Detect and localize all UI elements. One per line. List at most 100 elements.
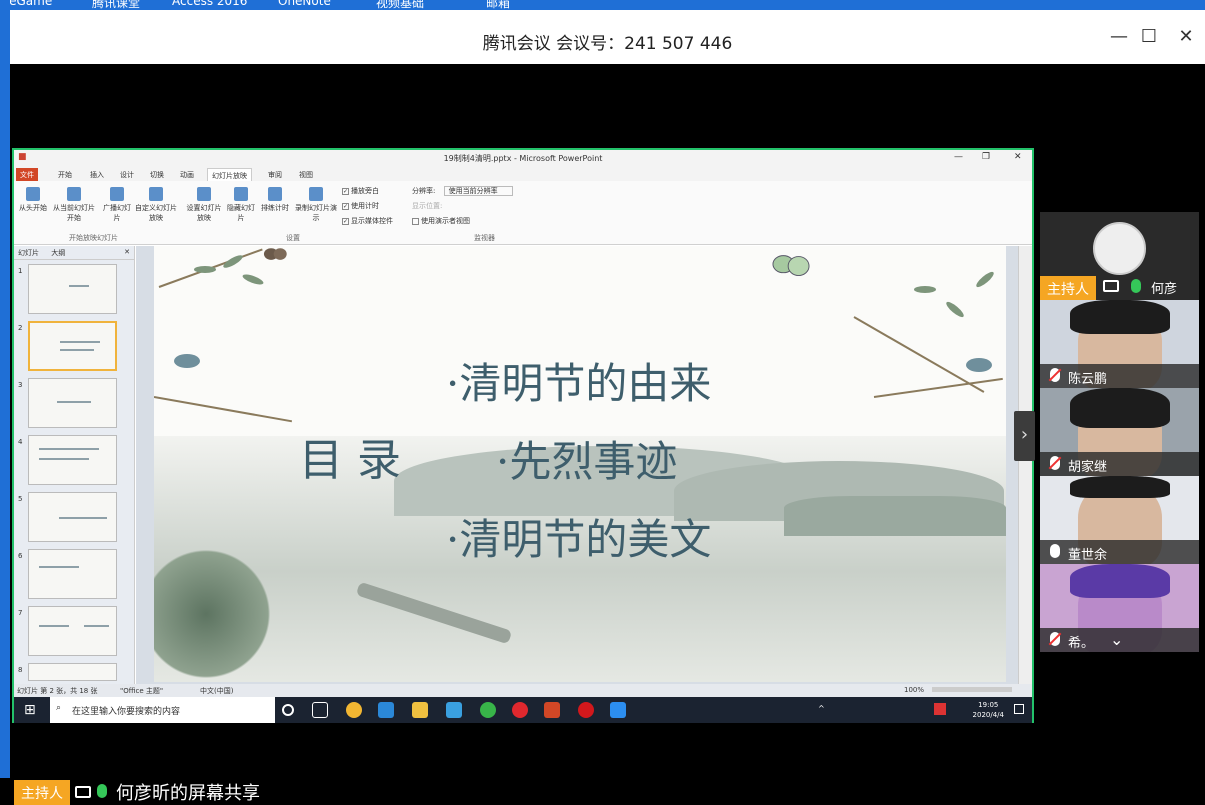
slide-thumbnail[interactable] <box>28 606 117 656</box>
tab-review[interactable]: 审阅 <box>264 168 286 181</box>
screen-share-icon <box>75 786 91 798</box>
tab-home[interactable]: 开始 <box>54 168 76 181</box>
party-app-icon[interactable] <box>578 702 594 718</box>
ppt-restore-icon[interactable]: ❐ <box>982 152 990 162</box>
pane-tabs: 幻灯片 大纲 ✕ <box>14 246 134 260</box>
slide-thumbnail[interactable] <box>28 663 117 681</box>
minimize-button[interactable]: — <box>1104 24 1134 50</box>
cortana-icon[interactable] <box>282 704 294 716</box>
bird-decoration <box>966 358 992 372</box>
windows-start-icon[interactable]: ⊞ <box>24 702 36 718</box>
from-current-label: 从当前幻灯片开始 <box>53 204 95 222</box>
slide-thumbnail[interactable] <box>28 549 117 599</box>
participant-tile[interactable]: 陈云鹏 <box>1040 300 1199 388</box>
from-start-button[interactable]: 从头开始 <box>16 187 50 213</box>
slide-thumbnail-pane: 幻灯片 大纲 ✕ 1 2 3 4 5 6 7 8 <box>14 246 135 684</box>
from-current-button[interactable]: 从当前幻灯片开始 <box>50 187 98 223</box>
host-badge: 主持人 <box>14 780 70 805</box>
tencent-meeting-icon[interactable] <box>610 702 626 718</box>
ppt-minimize-icon[interactable]: — <box>954 152 963 162</box>
hide-slide-button[interactable]: 隐藏幻灯片 <box>226 187 256 223</box>
chrome-icon[interactable] <box>346 702 362 718</box>
play-current-icon <box>67 187 81 201</box>
meeting-title: 腾讯会议 会议号：241 507 446 <box>482 34 733 54</box>
tray-chevron-icon[interactable]: ^ <box>818 704 825 713</box>
current-slide[interactable]: 目 录 ·清明节的由来 ·先烈事迹 ·清明节的美文 <box>154 246 1006 682</box>
tab-animations[interactable]: 动画 <box>176 168 198 181</box>
slide-count: 幻灯片 第 2 张，共 18 张 <box>17 687 98 695</box>
share-owner-label: 何彦昕的屏幕共享 <box>116 783 260 804</box>
ppt-window-title: 19制制4清明.pptx - Microsoft PowerPoint <box>443 154 603 163</box>
ppt-status-bar: 幻灯片 第 2 张，共 18 张 "Office 主题" 中文(中国) 100% <box>14 684 1032 697</box>
slide-thumbnail[interactable] <box>28 378 117 428</box>
participant-tile[interactable]: 董世余 <box>1040 476 1199 564</box>
taskbar-search-input[interactable]: ⌕ 在这里输入你要搜索的内容 <box>50 697 275 723</box>
thumb-number: 8 <box>18 666 23 674</box>
tray-app-icon[interactable] <box>934 703 946 715</box>
participant-tile[interactable]: 希。 ⌄ <box>1040 564 1199 652</box>
netease-music-icon[interactable] <box>512 702 528 718</box>
slide-thumbnail-selected[interactable] <box>28 321 117 371</box>
task-view-icon[interactable] <box>312 702 328 718</box>
tab-file[interactable]: 文件 <box>16 168 38 181</box>
bird-decoration <box>174 354 200 368</box>
participant-tile[interactable]: 胡家继 <box>1040 388 1199 476</box>
thumb-line <box>39 625 69 627</box>
broadcast-button[interactable]: 广播幻灯片 <box>102 187 132 223</box>
check-icon: ✓ <box>342 202 349 210</box>
avatar <box>1093 222 1146 275</box>
slide-bullet: ·先烈事迹 <box>496 437 678 486</box>
slide-thumbnail[interactable] <box>28 435 117 485</box>
notification-icon[interactable] <box>1014 704 1024 714</box>
close-pane-icon[interactable]: ✕ <box>124 248 130 256</box>
tab-view[interactable]: 视图 <box>295 168 317 181</box>
app-icon[interactable] <box>446 702 462 718</box>
timer-icon <box>268 187 282 201</box>
participant-name: 陈云鹏 <box>1040 364 1199 388</box>
tab-insert[interactable]: 插入 <box>86 168 108 181</box>
resolution-select[interactable]: 分辨率: 使用当前分辨率 <box>412 186 513 196</box>
slide-bullet: ·清明节的由来 <box>446 359 712 408</box>
vertical-scrollbar[interactable] <box>1018 246 1032 684</box>
broadcast-icon <box>110 187 124 201</box>
setup-label: 设置幻灯片放映 <box>186 204 222 222</box>
tab-outline[interactable]: 大纲 <box>51 249 65 257</box>
file-explorer-icon[interactable] <box>412 702 428 718</box>
setup-show-button[interactable]: 设置幻灯片放映 <box>184 187 224 223</box>
wechat-icon[interactable] <box>480 702 496 718</box>
thumb-line <box>84 625 109 627</box>
maximize-button[interactable]: ☐ <box>1134 24 1164 50</box>
chevron-down-icon[interactable]: ⌄ <box>1110 630 1123 649</box>
ppt-title-bar: 19制制4清明.pptx - Microsoft PowerPoint ■ — … <box>14 150 1032 167</box>
custom-show-button[interactable]: 自定义幻灯片放映 <box>134 187 178 223</box>
rehearse-button[interactable]: 排练计时 <box>258 187 292 213</box>
ribbon-group-label: 设置 <box>286 234 300 242</box>
ppt-close-icon[interactable]: ✕ <box>1014 152 1022 162</box>
powerpoint-icon[interactable] <box>544 702 560 718</box>
tab-design[interactable]: 设计 <box>116 168 138 181</box>
chevron-right-icon[interactable]: › <box>1014 411 1035 461</box>
mail-icon[interactable] <box>378 702 394 718</box>
slide-thumbnail[interactable] <box>28 264 117 314</box>
record-button[interactable]: 录制幻灯片演示 <box>294 187 338 223</box>
mic-on-icon <box>97 784 107 798</box>
tab-transitions[interactable]: 切换 <box>146 168 168 181</box>
close-button[interactable]: ✕ <box>1171 24 1201 50</box>
use-timings-checkbox[interactable]: ✓ 使用计时 <box>342 201 379 211</box>
show-on-select[interactable]: 显示位置: <box>412 201 442 211</box>
show-media-checkbox[interactable]: ✓ 显示媒体控件 <box>342 216 393 226</box>
thumb-line <box>57 401 91 403</box>
tree-line <box>784 496 1006 536</box>
participant-tile-host[interactable]: 主持人 何彦昕... <box>1040 212 1199 300</box>
desktop-edge <box>0 0 10 805</box>
presenter-view-checkbox[interactable]: 使用演示者视图 <box>412 216 470 226</box>
tab-slides[interactable]: 幻灯片 <box>18 249 39 257</box>
taskbar-clock[interactable]: 19:05 2020/4/4 <box>973 700 1004 720</box>
tab-slideshow[interactable]: 幻灯片放映 <box>207 168 252 181</box>
zoom-slider[interactable] <box>932 687 1012 692</box>
leaf-decoration <box>944 299 966 320</box>
play-narration-checkbox[interactable]: ✓ 播放旁白 <box>342 186 379 196</box>
slide-thumbnail[interactable] <box>28 492 117 542</box>
broadcast-label: 广播幻灯片 <box>103 204 131 222</box>
hide-slide-label: 隐藏幻灯片 <box>227 204 255 222</box>
